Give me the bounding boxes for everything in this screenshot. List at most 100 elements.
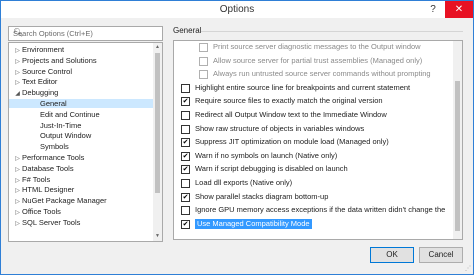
section-divider xyxy=(201,31,463,32)
option-checkbox[interactable] xyxy=(181,179,190,188)
tree-scrollbar[interactable]: ▲ ▼ xyxy=(153,43,162,241)
option-label: Print source server diagnostic messages … xyxy=(213,42,421,51)
option-checkbox[interactable]: ✔ xyxy=(181,192,190,202)
option-row[interactable]: Ignore GPU memory access exceptions if t… xyxy=(174,205,454,216)
option-row[interactable]: ✔ Require source files to exactly match t… xyxy=(174,96,454,107)
tree-item[interactable]: ▷ Projects and Solutions xyxy=(9,56,157,65)
tree-item-label: Edit and Continue xyxy=(40,109,100,119)
tree-item[interactable]: Symbols xyxy=(9,142,162,151)
section-title: General xyxy=(173,26,202,35)
collapsed-arrow-icon[interactable]: ▷ xyxy=(13,58,22,67)
option-checkbox[interactable]: ✔ xyxy=(181,138,190,148)
tree-item[interactable]: ▷ Office Tools xyxy=(9,207,157,216)
option-checkbox[interactable]: ✔ xyxy=(181,151,190,161)
option-checkbox[interactable] xyxy=(199,43,208,52)
help-button[interactable]: ? xyxy=(419,1,447,18)
scroll-up-arrow-icon[interactable]: ▲ xyxy=(153,43,162,52)
option-label: Allow source server for partial trust as… xyxy=(213,55,423,65)
option-checkbox[interactable] xyxy=(199,70,208,80)
option-row[interactable]: Allow source server for partial trust as… xyxy=(174,56,454,66)
tree-item[interactable]: ▷ Environment xyxy=(9,45,157,54)
collapsed-arrow-icon[interactable]: ▷ xyxy=(13,198,22,207)
expanded-arrow-icon[interactable]: ◢ xyxy=(13,90,22,99)
option-row[interactable]: Print source server diagnostic messages … xyxy=(174,42,454,52)
option-row[interactable]: Show raw structure of objects in variabl… xyxy=(174,124,454,134)
option-row[interactable]: ✔ Show parallel stacks diagram bottom-up xyxy=(174,192,454,202)
tree-item[interactable]: ▷ Performance Tools xyxy=(9,153,157,162)
collapsed-arrow-icon[interactable]: ▷ xyxy=(13,187,22,196)
tree-item-label: Just-In-Time xyxy=(40,120,82,130)
options-list: ✔ Use Managed Compatibility Mode Ignore GP… xyxy=(173,40,463,240)
options-tree[interactable]: ▷ SQL Server Tools ▷ Office Tools ▷ NuGet Pac… xyxy=(8,42,163,242)
option-row[interactable]: Redirect all Output Window text to the I… xyxy=(174,110,454,120)
option-checkbox[interactable]: ✔ xyxy=(181,165,190,175)
tree-item-label: HTML Designer xyxy=(22,185,75,195)
tree-item[interactable]: ◢ Debugging xyxy=(9,88,157,97)
option-checkbox[interactable] xyxy=(181,83,190,93)
tree-item[interactable]: Output Window xyxy=(9,131,162,140)
tree-item-label: NuGet Package Manager xyxy=(22,196,107,206)
tree-item[interactable]: ▷ Text Editor xyxy=(9,77,157,86)
tree-item[interactable]: Edit and Continue xyxy=(9,109,162,119)
option-row[interactable]: ✔ Warn if no symbols on launch (Native on… xyxy=(174,151,454,161)
cancel-button[interactable]: Cancel xyxy=(419,247,463,263)
collapsed-arrow-icon[interactable]: ▷ xyxy=(13,177,22,186)
scroll-down-arrow-icon[interactable]: ▼ xyxy=(153,232,162,241)
option-label: Use Managed Compatibility Mode xyxy=(195,218,312,229)
collapsed-arrow-icon[interactable]: ▷ xyxy=(13,209,22,218)
option-label: Require source files to exactly match th… xyxy=(195,96,383,106)
option-label: Always run untrusted source server comma… xyxy=(213,69,431,79)
option-checkbox[interactable]: ✔ xyxy=(181,219,190,229)
search-input[interactable]: Search Options (Ctrl+E) 🔍︎ xyxy=(8,26,163,41)
option-row[interactable]: Always run untrusted source server comma… xyxy=(174,69,454,80)
tree-item-label: Text Editor xyxy=(22,77,58,87)
option-label: Show raw structure of objects in variabl… xyxy=(195,123,365,133)
tree-item[interactable]: ▷ SQL Server Tools xyxy=(9,218,157,227)
collapsed-arrow-icon[interactable]: ▷ xyxy=(13,47,22,56)
tree-item-label: F# Tools xyxy=(22,174,51,184)
option-label: Load dll exports (Native only) xyxy=(195,178,293,187)
collapsed-arrow-icon[interactable]: ▷ xyxy=(13,155,22,164)
collapsed-arrow-icon[interactable]: ▷ xyxy=(13,79,22,88)
option-label: Show parallel stacks diagram bottom-up xyxy=(195,191,329,201)
option-label: Redirect all Output Window text to the I… xyxy=(195,110,387,119)
tree-item-label: Projects and Solutions xyxy=(22,55,97,65)
option-row[interactable]: ✔ Suppress JIT optimization on module loa… xyxy=(174,137,454,148)
tree-item[interactable]: ▷ Database Tools xyxy=(9,164,157,173)
tree-item[interactable]: ▷ Source Control xyxy=(9,67,157,76)
options-scrollbar[interactable] xyxy=(453,41,462,239)
tree-item[interactable]: ▷ HTML Designer xyxy=(9,185,157,194)
collapsed-arrow-icon[interactable]: ▷ xyxy=(13,166,22,175)
close-button[interactable]: ✕ xyxy=(445,1,473,18)
collapsed-arrow-icon[interactable]: ▷ xyxy=(13,220,22,229)
window-title: Options xyxy=(219,4,255,15)
tree-item[interactable]: General xyxy=(9,99,162,108)
resize-grip-icon[interactable]: ⋰ xyxy=(465,265,471,272)
options-dialog: Options ? ✕ Search Options (Ctrl+E) 🔍︎ ▷… xyxy=(0,0,474,275)
option-checkbox[interactable] xyxy=(181,206,190,216)
search-icon[interactable]: 🔍︎ xyxy=(13,28,159,37)
option-label: Ignore GPU memory access exceptions if t… xyxy=(195,205,446,215)
tree-item-label: Source Control xyxy=(22,66,73,76)
option-row[interactable]: Highlight entire source line for breakpo… xyxy=(174,83,454,93)
collapsed-arrow-icon[interactable]: ▷ xyxy=(13,69,22,78)
tree-item-label: Database Tools xyxy=(22,163,74,173)
tree-scroll-thumb[interactable] xyxy=(155,53,160,193)
tree-item-label: Debugging xyxy=(22,88,59,98)
option-checkbox[interactable] xyxy=(181,124,190,134)
tree-item[interactable]: Just-In-Time xyxy=(9,120,162,130)
option-row[interactable]: Load dll exports (Native only) xyxy=(174,178,454,188)
tree-item-label: Performance Tools xyxy=(22,153,85,162)
option-checkbox[interactable] xyxy=(199,56,208,66)
tree-item-label: Environment xyxy=(22,45,65,54)
option-checkbox[interactable] xyxy=(181,111,190,120)
option-label: Warn if script debugging is disabled on … xyxy=(195,164,348,174)
tree-item[interactable]: ▷ NuGet Package Manager xyxy=(9,196,157,205)
ok-button[interactable]: OK xyxy=(370,247,414,263)
option-checkbox[interactable]: ✔ xyxy=(181,97,190,107)
tree-item-label: SQL Server Tools xyxy=(22,217,81,227)
tree-item[interactable]: ▷ F# Tools xyxy=(9,175,157,184)
option-row[interactable]: ✔ Use Managed Compatibility Mode xyxy=(174,218,454,229)
options-scroll-thumb[interactable] xyxy=(455,81,460,231)
option-row[interactable]: ✔ Warn if script debugging is disabled on… xyxy=(174,164,454,175)
